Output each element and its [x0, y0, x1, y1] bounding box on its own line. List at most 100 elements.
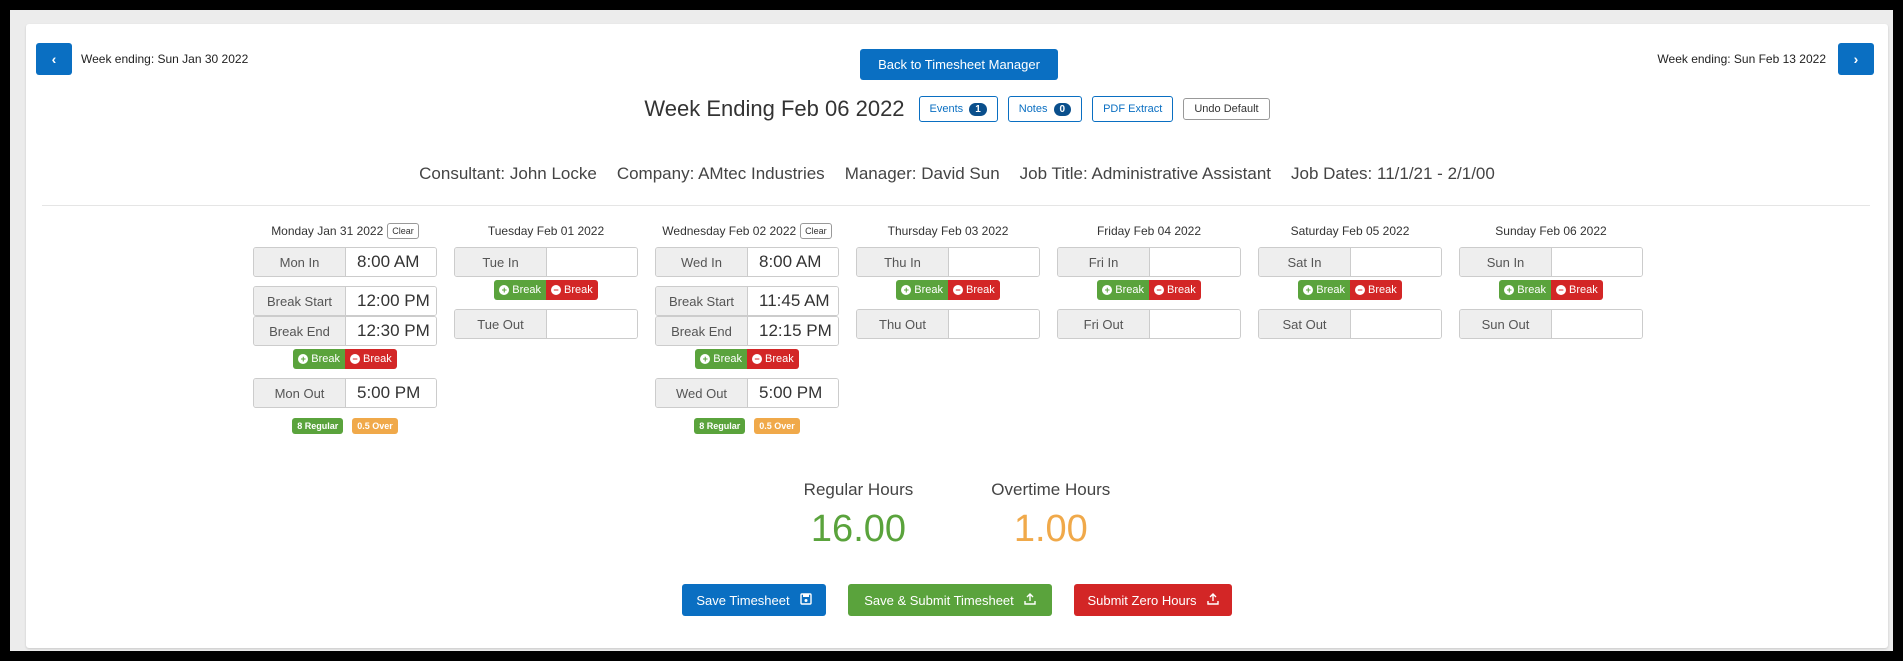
- undo-default-button[interactable]: Undo Default: [1183, 98, 1270, 120]
- day-column-friday: Friday Feb 04 2022 Fri In + Break − Break …: [1057, 220, 1241, 434]
- upload-icon: [1206, 592, 1219, 608]
- day-column-monday: Monday Jan 31 2022 Clear Mon In 8:00 AM …: [253, 220, 437, 434]
- remove-break-button[interactable]: − Break: [1350, 280, 1402, 300]
- remove-break-button[interactable]: − Break: [1149, 280, 1201, 300]
- overtime-hours-badge: 0.5 Over: [754, 418, 800, 434]
- day-column-tuesday: Tuesday Feb 01 2022 Tue In + Break − Break…: [454, 220, 638, 434]
- clear-wednesday-button[interactable]: Clear: [800, 223, 832, 239]
- remove-break-button[interactable]: − Break: [546, 280, 598, 300]
- minus-circle-icon: −: [1556, 285, 1566, 295]
- add-break-button[interactable]: + Break: [1097, 280, 1149, 300]
- regular-hours-badge: 8 Regular: [694, 418, 746, 434]
- remove-break-button[interactable]: − Break: [345, 349, 397, 369]
- plus-circle-icon: +: [700, 354, 711, 364]
- events-button[interactable]: Events 1: [918, 96, 998, 122]
- company-info: Company: AMtec Industries: [616, 164, 825, 183]
- clear-monday-button[interactable]: Clear: [387, 223, 419, 239]
- saturday-out-field[interactable]: Sat Out: [1258, 309, 1442, 339]
- overtime-hours-badge: 0.5 Over: [352, 418, 398, 434]
- day-column-saturday: Saturday Feb 05 2022 Sat In + Break − Brea…: [1258, 220, 1442, 434]
- headline-row: Week Ending Feb 06 2022 Events 1 Notes 0…: [26, 96, 1888, 122]
- plus-circle-icon: +: [298, 354, 309, 364]
- wednesday-out-field[interactable]: Wed Out 5:00 PM: [655, 378, 839, 408]
- chevron-left-icon: ‹: [51, 51, 57, 67]
- thursday-in-field[interactable]: Thu In: [856, 247, 1040, 277]
- pdf-extract-button[interactable]: PDF Extract: [1092, 96, 1174, 122]
- minus-circle-icon: −: [752, 354, 762, 364]
- add-break-button[interactable]: + Break: [293, 349, 345, 369]
- consultant-info: Consultant: John Locke: [419, 164, 597, 183]
- regular-hours-value: 16.00: [810, 508, 907, 550]
- submit-zero-hours-button[interactable]: Submit Zero Hours: [1074, 584, 1232, 616]
- monday-out-field[interactable]: Mon Out 5:00 PM: [253, 378, 437, 408]
- notes-button[interactable]: Notes 0: [1007, 96, 1083, 122]
- save-timesheet-button[interactable]: Save Timesheet: [682, 584, 826, 616]
- overtime-hours-value: 1.00: [1013, 508, 1088, 550]
- remove-break-button[interactable]: − Break: [1551, 280, 1603, 300]
- monday-break-end-field[interactable]: Break End 12:30 PM: [253, 316, 437, 346]
- manager-info: Manager: David Sun: [844, 164, 1000, 183]
- friday-out-field[interactable]: Fri Out: [1057, 309, 1241, 339]
- next-week-button[interactable]: ›: [1838, 43, 1874, 75]
- prev-week-button[interactable]: ‹: [36, 43, 72, 75]
- minus-circle-icon: −: [953, 285, 963, 295]
- plus-circle-icon: +: [1303, 285, 1314, 295]
- regular-hours-badge: 8 Regular: [292, 418, 344, 434]
- day-column-wednesday: Wednesday Feb 02 2022 Clear Wed In 8:00 …: [655, 220, 839, 434]
- add-break-button[interactable]: + Break: [695, 349, 747, 369]
- friday-in-field[interactable]: Fri In: [1057, 247, 1241, 277]
- plus-circle-icon: +: [901, 285, 912, 295]
- minus-circle-icon: −: [1355, 285, 1365, 295]
- back-to-manager-button[interactable]: Back to Timesheet Manager: [860, 49, 1058, 80]
- floppy-disk-icon: [799, 592, 812, 608]
- sunday-out-field[interactable]: Sun Out: [1459, 309, 1643, 339]
- plus-circle-icon: +: [499, 285, 510, 295]
- upload-icon: [1024, 592, 1036, 608]
- events-count-badge: 1: [969, 102, 987, 116]
- tuesday-out-field[interactable]: Tue Out: [454, 309, 638, 339]
- day-column-thursday: Thursday Feb 03 2022 Thu In + Break − Brea…: [856, 220, 1040, 434]
- regular-hours-total: Regular Hours 16.00: [803, 480, 914, 550]
- day-title: Thursday Feb 03 2022: [887, 224, 1009, 238]
- days-grid: Monday Jan 31 2022 Clear Mon In 8:00 AM …: [253, 220, 1643, 434]
- action-buttons: Save Timesheet Save & Submit Timesheet S…: [26, 584, 1888, 616]
- minus-circle-icon: −: [1154, 285, 1164, 295]
- window-frame: ‹ Week ending: Sun Jan 30 2022 Back to T…: [10, 10, 1893, 651]
- prev-week-label: Week ending: Sun Jan 30 2022: [81, 52, 249, 66]
- add-break-button[interactable]: + Break: [494, 280, 546, 300]
- add-break-button[interactable]: + Break: [1499, 280, 1551, 300]
- day-title: Tuesday Feb 01 2022: [487, 224, 605, 238]
- monday-in-field[interactable]: Mon In 8:00 AM: [253, 247, 437, 277]
- minus-circle-icon: −: [551, 285, 561, 295]
- saturday-in-field[interactable]: Sat In: [1258, 247, 1442, 277]
- tuesday-in-field[interactable]: Tue In: [454, 247, 638, 277]
- remove-break-button[interactable]: − Break: [948, 280, 1000, 300]
- notes-count-badge: 0: [1053, 102, 1072, 116]
- remove-break-button[interactable]: − Break: [747, 349, 799, 369]
- thursday-out-field[interactable]: Thu Out: [856, 309, 1040, 339]
- add-break-button[interactable]: + Break: [1298, 280, 1350, 300]
- monday-break-start-field[interactable]: Break Start 12:00 PM: [253, 286, 437, 316]
- save-submit-timesheet-button[interactable]: Save & Submit Timesheet: [848, 584, 1052, 616]
- chevron-right-icon: ›: [1853, 51, 1859, 67]
- plus-circle-icon: +: [1102, 285, 1113, 295]
- totals-section: Regular Hours 16.00 Overtime Hours 1.00: [26, 480, 1888, 551]
- minus-circle-icon: −: [350, 354, 360, 364]
- day-title: Wednesday Feb 02 2022: [662, 224, 797, 238]
- day-title: Friday Feb 04 2022: [1096, 224, 1202, 238]
- page-title: Week Ending Feb 06 2022: [644, 96, 905, 121]
- day-title: Monday Jan 31 2022: [271, 224, 384, 238]
- divider: [42, 205, 1870, 206]
- sunday-in-field[interactable]: Sun In: [1459, 247, 1643, 277]
- timesheet-card: ‹ Week ending: Sun Jan 30 2022 Back to T…: [26, 24, 1888, 648]
- job-dates-info: Job Dates: 11/1/21 - 2/1/00: [1291, 164, 1495, 183]
- wednesday-break-start-field[interactable]: Break Start 11:45 AM: [655, 286, 839, 316]
- wednesday-in-field[interactable]: Wed In 8:00 AM: [655, 247, 839, 277]
- next-week-label: Week ending: Sun Feb 13 2022: [1657, 52, 1826, 66]
- wednesday-break-end-field[interactable]: Break End 12:15 PM: [655, 316, 839, 346]
- day-column-sunday: Sunday Feb 06 2022 Sun In + Break − Break …: [1459, 220, 1643, 434]
- plus-circle-icon: +: [1504, 285, 1515, 295]
- job-info-row: Consultant: John Locke Company: AMtec In…: [26, 164, 1888, 184]
- job-title-info: Job Title: Administrative Assistant: [1019, 164, 1272, 183]
- add-break-button[interactable]: + Break: [896, 280, 948, 300]
